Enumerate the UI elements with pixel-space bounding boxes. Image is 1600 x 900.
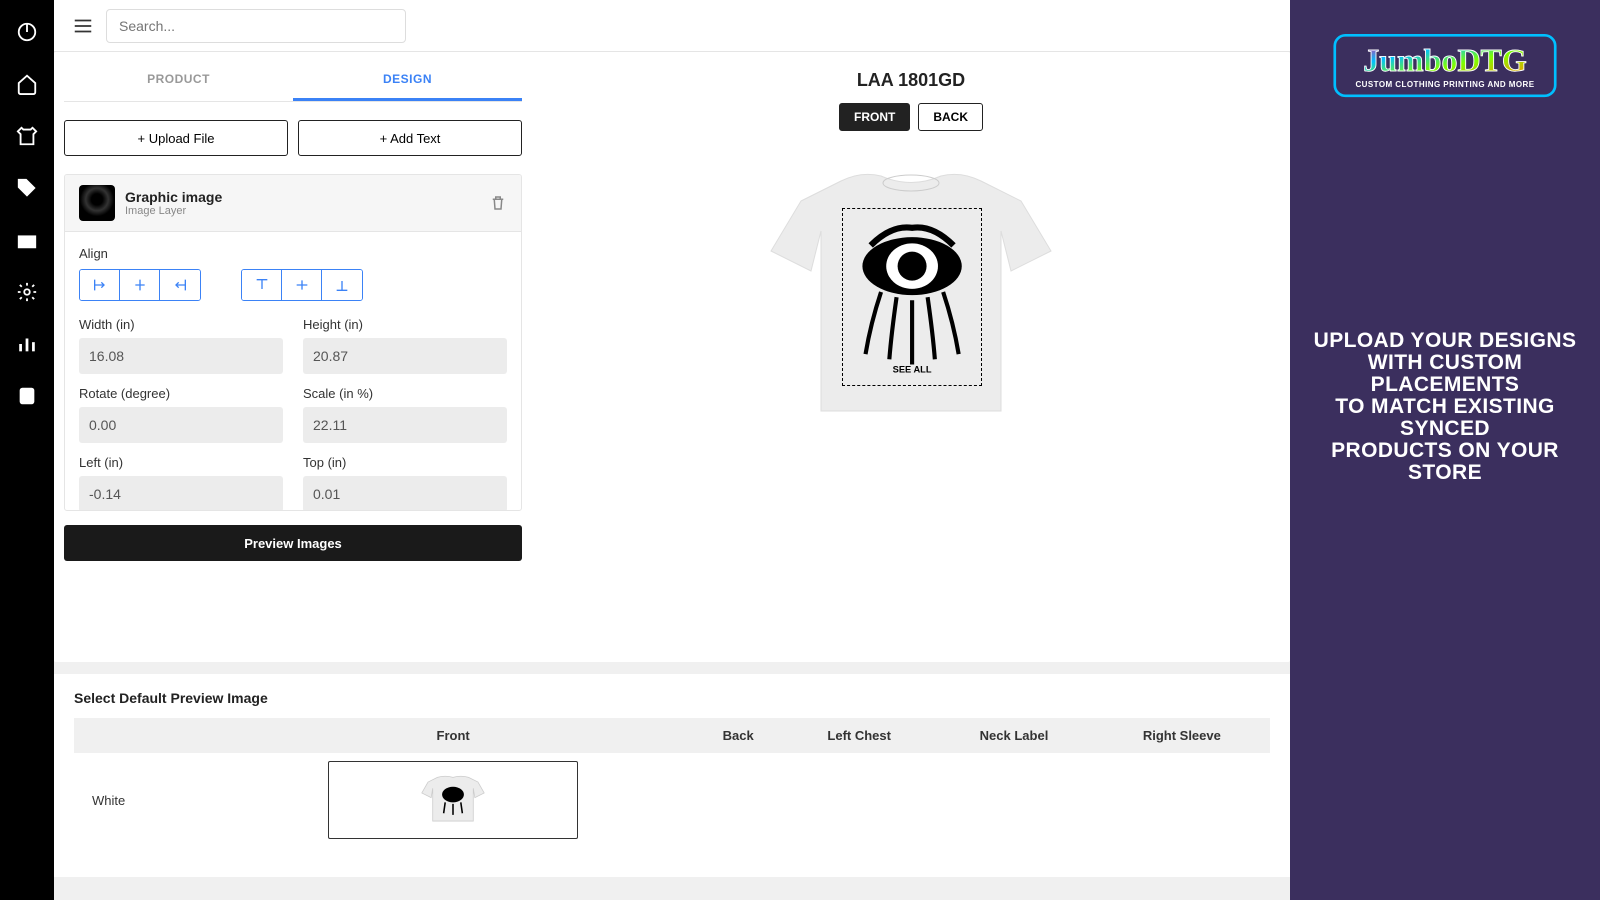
align-vcenter-button[interactable] bbox=[282, 270, 322, 300]
add-text-button[interactable]: + Add Text bbox=[298, 120, 522, 156]
trash-icon[interactable] bbox=[489, 194, 507, 212]
preview-thumb-front[interactable] bbox=[328, 761, 578, 839]
upload-file-button[interactable]: + Upload File bbox=[64, 120, 288, 156]
hamburger-icon[interactable] bbox=[72, 15, 94, 37]
rotate-label: Rotate (degree) bbox=[79, 386, 283, 401]
promo-banner: JumboDTG CUSTOM CLOTHING PRINTING AND MO… bbox=[1290, 0, 1600, 900]
tshirt-mockup[interactable]: SEE ALL bbox=[741, 161, 1081, 441]
layer-header[interactable]: Graphic image Image Layer bbox=[65, 175, 521, 232]
tab-product[interactable]: PRODUCT bbox=[64, 60, 293, 101]
col-necklabel: Neck Label bbox=[934, 718, 1093, 753]
row-label: White bbox=[74, 753, 214, 847]
home-icon[interactable] bbox=[15, 72, 39, 96]
top-input[interactable] bbox=[303, 476, 507, 510]
preview-images-button[interactable]: Preview Images bbox=[64, 525, 522, 561]
search-input[interactable] bbox=[106, 9, 406, 43]
topbar bbox=[54, 0, 1290, 52]
front-view-button[interactable]: FRONT bbox=[839, 103, 910, 131]
layer-thumbnail bbox=[79, 185, 115, 221]
preview-table: Front Back Left Chest Neck Label Right S… bbox=[74, 718, 1270, 847]
svg-text:SEE ALL: SEE ALL bbox=[893, 365, 932, 375]
table-row: White bbox=[74, 753, 1270, 847]
tag-icon[interactable] bbox=[15, 176, 39, 200]
height-label: Height (in) bbox=[303, 317, 507, 332]
align-left-button[interactable] bbox=[80, 270, 120, 300]
graphic-image-icon: SEE ALL bbox=[850, 218, 974, 376]
users-icon[interactable] bbox=[15, 384, 39, 408]
svg-text:CUSTOM CLOTHING PRINTING AND M: CUSTOM CLOTHING PRINTING AND MORE bbox=[1355, 80, 1534, 89]
bottom-title: Select Default Preview Image bbox=[74, 690, 1270, 706]
scale-input[interactable] bbox=[303, 407, 507, 443]
top-label: Top (in) bbox=[303, 455, 507, 470]
col-leftchest: Left Chest bbox=[784, 718, 934, 753]
back-view-button[interactable]: BACK bbox=[918, 103, 983, 131]
align-label: Align bbox=[79, 246, 507, 261]
width-label: Width (in) bbox=[79, 317, 283, 332]
preview-selector-panel: Select Default Preview Image Front Back … bbox=[54, 674, 1290, 877]
left-input[interactable] bbox=[79, 476, 283, 510]
scale-label: Scale (in %) bbox=[303, 386, 507, 401]
design-panel: PRODUCT DESIGN + Upload File + Add Text … bbox=[54, 52, 532, 662]
col-rightsleeve: Right Sleeve bbox=[1094, 718, 1270, 753]
banner-headline: UPLOAD YOUR DESIGNSWITH CUSTOM PLACEMENT… bbox=[1298, 330, 1592, 484]
tab-design[interactable]: DESIGN bbox=[293, 60, 522, 101]
col-blank bbox=[74, 718, 214, 753]
product-preview: LAA 1801GD FRONT BACK bbox=[532, 52, 1290, 662]
col-front: Front bbox=[214, 718, 692, 753]
svg-text:JumboDTG: JumboDTG bbox=[1363, 42, 1527, 78]
width-input[interactable] bbox=[79, 338, 283, 374]
shirt-icon[interactable] bbox=[15, 124, 39, 148]
vertical-align-group bbox=[241, 269, 363, 301]
align-right-button[interactable] bbox=[160, 270, 200, 300]
left-label: Left (in) bbox=[79, 455, 283, 470]
horizontal-align-group bbox=[79, 269, 201, 301]
design-placement-box[interactable]: SEE ALL bbox=[842, 208, 982, 386]
align-hcenter-button[interactable] bbox=[120, 270, 160, 300]
analytics-icon[interactable] bbox=[15, 332, 39, 356]
product-title: LAA 1801GD bbox=[857, 70, 965, 91]
col-back: Back bbox=[692, 718, 784, 753]
layer-subtitle: Image Layer bbox=[125, 205, 222, 217]
sidebar-nav bbox=[0, 0, 54, 900]
align-top-button[interactable] bbox=[242, 270, 282, 300]
align-bottom-button[interactable] bbox=[322, 270, 362, 300]
rotate-input[interactable] bbox=[79, 407, 283, 443]
height-input[interactable] bbox=[303, 338, 507, 374]
brand-logo: JumboDTG CUSTOM CLOTHING PRINTING AND MO… bbox=[1325, 30, 1565, 110]
gear-icon[interactable] bbox=[15, 280, 39, 304]
inbox-icon[interactable] bbox=[15, 228, 39, 252]
power-icon[interactable] bbox=[15, 20, 39, 44]
layer-title: Graphic image bbox=[125, 189, 222, 205]
main-content: PRODUCT DESIGN + Upload File + Add Text … bbox=[54, 0, 1290, 900]
